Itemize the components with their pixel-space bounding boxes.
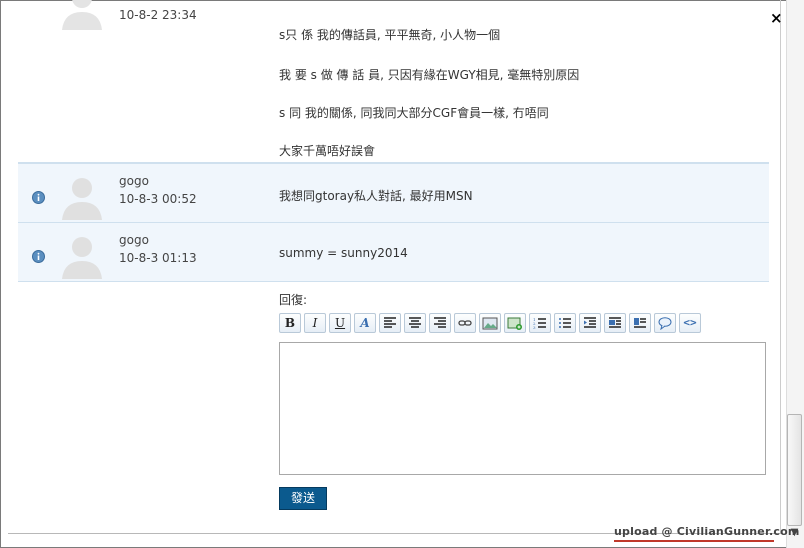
font-color-icon[interactable]: A xyxy=(354,313,376,333)
send-button[interactable]: 發送 xyxy=(279,487,327,510)
reply-label: 回復: xyxy=(279,293,308,307)
svg-text:3: 3 xyxy=(533,325,536,330)
align-center-icon[interactable] xyxy=(404,313,426,333)
post-row: 10-8-2 23:34 s只 係 我的傳話員, 平平無奇, 小人物一個 我 要… xyxy=(18,0,769,163)
close-icon[interactable]: × xyxy=(770,11,783,26)
code-icon[interactable]: <> xyxy=(679,313,701,333)
watermark: upload @ CivilianGunner.com xyxy=(614,525,800,538)
post-line: s 同 我的關係, 同我同大部分CGF會員一樣, 冇唔同 xyxy=(279,106,549,120)
post-line: s只 係 我的傳話員, 平平無奇, 小人物一個 xyxy=(279,28,501,42)
scrollbar-thumb[interactable] xyxy=(787,414,802,526)
info-icon[interactable] xyxy=(32,250,45,263)
underline-icon[interactable]: U xyxy=(329,313,351,333)
post-text: 我想同gtoray私人對話, 最好用MSN xyxy=(279,189,473,203)
avatar xyxy=(62,178,102,220)
reply-textarea[interactable] xyxy=(279,342,766,475)
post-time: 10-8-2 23:34 xyxy=(119,8,197,22)
float-right-icon[interactable] xyxy=(629,313,651,333)
link-icon[interactable] xyxy=(454,313,476,333)
post-row: gogo 10-8-3 01:13 summy = sunny2014 xyxy=(18,222,769,282)
align-right-icon[interactable] xyxy=(429,313,451,333)
float-left-icon[interactable] xyxy=(604,313,626,333)
post-time: 10-8-3 01:13 xyxy=(119,251,197,265)
align-left-icon[interactable] xyxy=(379,313,401,333)
post-line: 我 要 s 做 傳 話 員, 只因有緣在WGY相見, 毫無特別原因 xyxy=(279,68,580,82)
ordered-list-icon[interactable]: 123 xyxy=(529,313,551,333)
avatar xyxy=(62,237,102,279)
indent-icon[interactable] xyxy=(579,313,601,333)
post-text: summy = sunny2014 xyxy=(279,246,408,260)
avatar xyxy=(62,0,102,30)
post-line: 大家千萬唔好誤會 xyxy=(279,144,376,158)
italic-icon[interactable]: I xyxy=(304,313,326,333)
bold-icon[interactable]: B xyxy=(279,313,301,333)
insert-image-icon[interactable] xyxy=(504,313,526,333)
post-username[interactable]: gogo xyxy=(119,233,149,247)
post-time: 10-8-3 00:52 xyxy=(119,192,197,206)
quote-icon[interactable] xyxy=(654,313,676,333)
watermark-underline xyxy=(614,540,774,542)
image-icon[interactable] xyxy=(479,313,501,333)
post-username[interactable]: gogo xyxy=(119,174,149,188)
unordered-list-icon[interactable] xyxy=(554,313,576,333)
post-row: gogo 10-8-3 00:52 我想同gtoray私人對話, 最好用MSN xyxy=(18,163,769,223)
info-icon[interactable] xyxy=(32,191,45,204)
